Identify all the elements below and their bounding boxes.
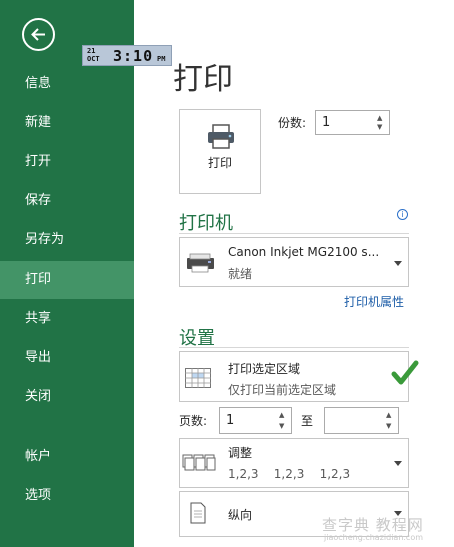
watermark-url: jiaocheng.chazidian.com: [324, 533, 424, 542]
print-range-dropdown[interactable]: 打印选定区域 仅打印当前选定区域: [179, 351, 409, 402]
printer-icon: [208, 124, 234, 149]
checkmark-icon: [391, 360, 419, 385]
clock-widget: 21 OCT 3:10 PM: [82, 45, 172, 66]
spin-down-icon[interactable]: ▼: [377, 123, 382, 131]
back-arrow-icon: [31, 28, 45, 41]
copies-label: 份数:: [278, 116, 307, 130]
spin-up-icon[interactable]: ▲: [279, 411, 284, 419]
chevron-down-icon: [394, 461, 402, 466]
clock-date: 21 OCT: [87, 47, 100, 63]
settings-divider: [179, 347, 409, 348]
print-range-main: 打印选定区域: [228, 362, 301, 376]
nav-save[interactable]: 保存: [0, 182, 134, 220]
back-button[interactable]: [22, 18, 55, 51]
spin-up-icon[interactable]: ▲: [377, 114, 382, 122]
pages-from-stepper[interactable]: 1 ▲ ▼: [219, 407, 292, 434]
inkjet-printer-icon: [187, 253, 214, 273]
pages-from-value: 1: [226, 413, 235, 428]
table-selection-icon: [185, 368, 211, 388]
spin-down-icon[interactable]: ▼: [386, 422, 391, 430]
clock-ampm: PM: [157, 55, 166, 63]
nav-share[interactable]: 共享: [0, 300, 134, 338]
printer-properties-link[interactable]: 打印机属性: [344, 293, 404, 310]
clock-time: 3:10: [113, 47, 154, 65]
printer-divider: [179, 233, 409, 234]
chevron-down-icon: [394, 261, 402, 266]
orientation-main: 纵向: [228, 508, 253, 522]
backstage-sidebar: 信息 新建 打开 保存 另存为 打印 共享 导出 关闭 帐户 选项: [0, 0, 134, 547]
collated-pages-icon: [182, 454, 216, 471]
spin-up-icon[interactable]: ▲: [386, 411, 391, 419]
pages-label: 页数:: [179, 414, 208, 428]
portrait-page-icon: [190, 502, 206, 524]
copies-value: 1: [322, 115, 331, 130]
printer-status: 就绪: [228, 267, 253, 281]
print-button-label: 打印: [207, 156, 232, 170]
collate-dropdown[interactable]: 调整 1,2,3 1,2,3 1,2,3: [179, 438, 409, 488]
nav-account[interactable]: 帐户: [0, 438, 134, 476]
to-label: 至: [301, 414, 314, 428]
nav-options[interactable]: 选项: [0, 477, 134, 515]
page-title: 打印: [173, 62, 233, 97]
nav-save-as[interactable]: 另存为: [0, 221, 134, 259]
print-range-sub: 仅打印当前选定区域: [228, 383, 337, 397]
nav-export[interactable]: 导出: [0, 339, 134, 377]
watermark: 查字典 教程网: [322, 516, 424, 534]
printer-name: Canon Inkjet MG2100 s...: [228, 245, 380, 259]
collate-sub: 1,2,3 1,2,3 1,2,3: [228, 467, 351, 481]
copies-stepper[interactable]: 1 ▲ ▼: [315, 110, 390, 135]
nav-new[interactable]: 新建: [0, 104, 134, 142]
info-icon[interactable]: i: [397, 209, 408, 220]
pages-to-stepper[interactable]: ▲ ▼: [324, 407, 399, 434]
print-button[interactable]: 打印: [179, 109, 261, 194]
nav-info[interactable]: 信息: [0, 65, 134, 103]
collate-main: 调整: [228, 446, 253, 460]
spin-down-icon[interactable]: ▼: [279, 422, 284, 430]
nav-open[interactable]: 打开: [0, 143, 134, 181]
nav-close[interactable]: 关闭: [0, 378, 134, 416]
printer-dropdown[interactable]: Canon Inkjet MG2100 s... 就绪: [179, 237, 409, 287]
printer-section-title: 打印机: [179, 213, 233, 234]
nav-print[interactable]: 打印: [0, 261, 134, 299]
